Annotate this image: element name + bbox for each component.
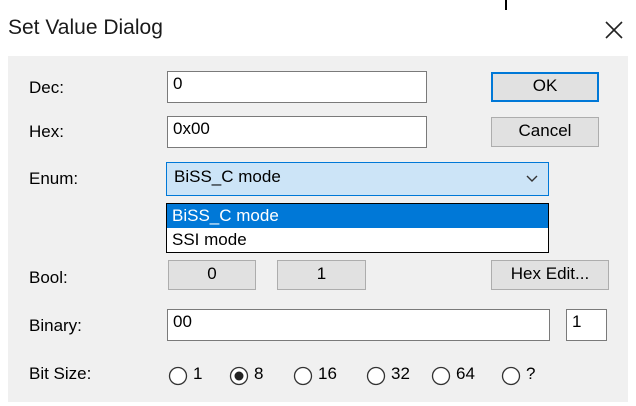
- radio-unchecked-icon: [366, 366, 386, 386]
- dialog-body: Dec: 0 OK Hex: 0x00 Cancel Enum: BiSS_C …: [8, 56, 628, 402]
- enum-dropdown-list: BiSS_C mode SSI mode: [166, 203, 549, 253]
- radio-label: 16: [318, 364, 337, 383]
- radio-label: 8: [254, 364, 264, 383]
- bool-label: Bool:: [29, 268, 68, 287]
- radio-label: 32: [391, 364, 410, 383]
- binary-input[interactable]: 00: [167, 309, 550, 341]
- dec-input[interactable]: 0: [167, 71, 427, 103]
- radio-label: 64: [456, 364, 475, 383]
- close-icon: [605, 21, 623, 39]
- hex-label: Hex:: [29, 122, 64, 141]
- hex-edit-button[interactable]: Hex Edit...: [491, 260, 609, 290]
- binary-label: Binary:: [29, 316, 82, 335]
- enum-option-ssi[interactable]: SSI mode: [167, 228, 548, 252]
- title-bar[interactable]: Set Value Dialog: [0, 0, 636, 56]
- radio-label: 1: [193, 364, 203, 383]
- dec-label: Dec:: [29, 78, 64, 97]
- bool-true-button[interactable]: 1: [277, 260, 366, 290]
- set-value-dialog: Set Value Dialog Dec: 0 OK Hex: 0x00 Can…: [0, 0, 636, 406]
- radio-unchecked-icon: [168, 366, 188, 386]
- bool-false-button[interactable]: 0: [168, 260, 256, 290]
- dialog-title: Set Value Dialog: [8, 16, 163, 39]
- radio-label: ?: [526, 364, 536, 383]
- radio-unchecked-icon: [501, 366, 521, 386]
- enum-option-biss-c[interactable]: BiSS_C mode: [167, 204, 548, 228]
- radio-unchecked-icon: [293, 366, 313, 386]
- hex-input[interactable]: 0x00: [167, 116, 427, 148]
- cancel-button[interactable]: Cancel: [491, 117, 599, 147]
- enum-combobox[interactable]: BiSS_C mode: [166, 162, 549, 196]
- close-button[interactable]: [596, 12, 632, 44]
- enum-label: Enum:: [29, 169, 79, 188]
- screen-artifact: [505, 0, 513, 10]
- radio-checked-icon: [229, 366, 249, 386]
- chevron-down-icon: [526, 175, 538, 182]
- bit-count-display: 1: [566, 309, 607, 341]
- bit-size-label: Bit Size:: [29, 364, 92, 383]
- radio-unchecked-icon: [431, 366, 451, 386]
- ok-button[interactable]: OK: [491, 72, 599, 102]
- enum-selected-value: BiSS_C mode: [174, 167, 281, 186]
